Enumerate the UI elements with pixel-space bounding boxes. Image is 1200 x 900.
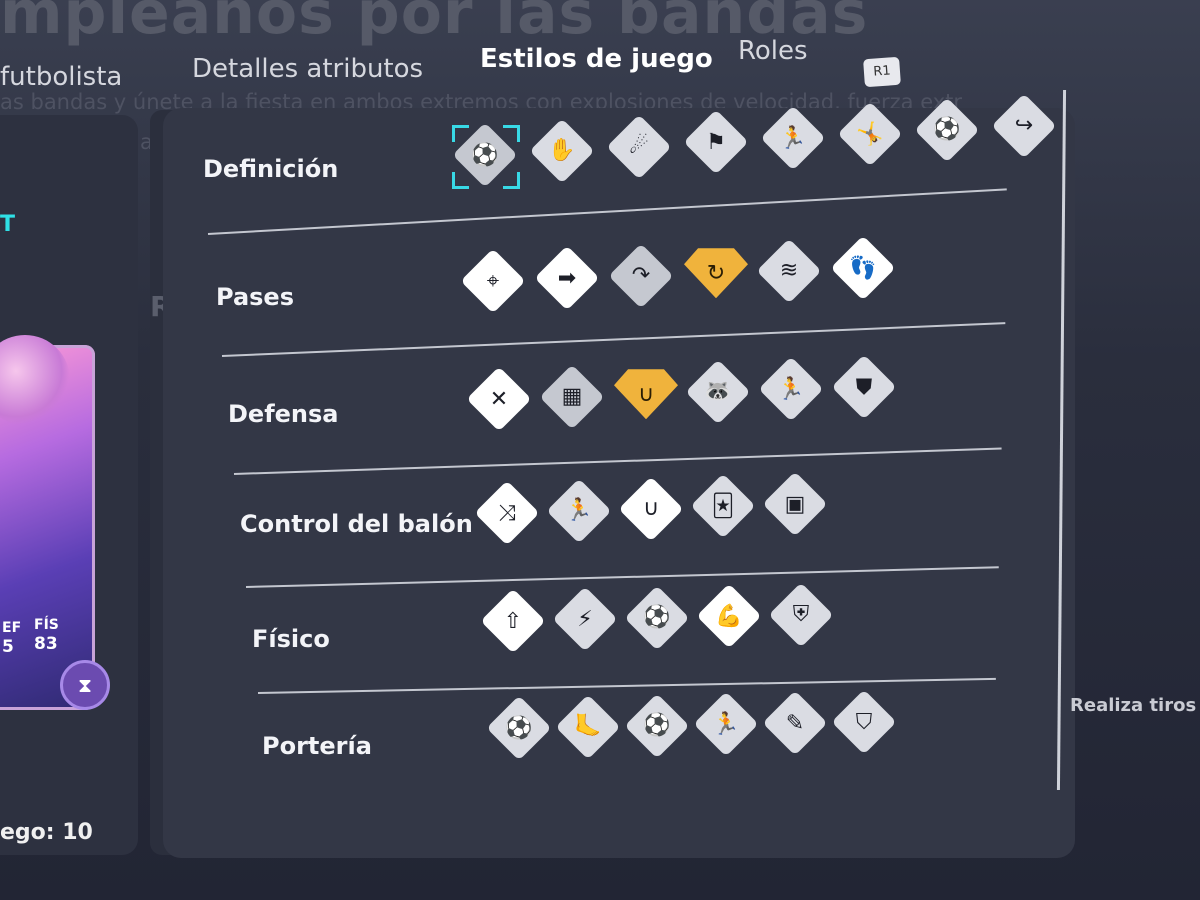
playstyle-glyph: 🏃 (777, 376, 805, 402)
playstyle-glyph: ⛨ (792, 602, 810, 628)
tab-bar: futbolista Detalles atributos Estilos de… (0, 36, 1200, 100)
tab-estilos-de-juego[interactable]: Estilos de juego (480, 44, 713, 74)
playstyle-glyph: ⇧ (503, 608, 523, 634)
category-label: Definición (203, 155, 339, 183)
playstyle-glyph: ⚑ (706, 129, 726, 155)
playstyle-glyph: 🦶 (574, 714, 602, 740)
category-label: Defensa (228, 400, 339, 428)
first-touch-icon[interactable]: ∪ (618, 476, 684, 542)
trivela-icon[interactable]: ↪ (991, 93, 1057, 159)
rapid-icon[interactable]: 🏃 (546, 478, 612, 544)
acrobatic-icon[interactable]: 🤸 (837, 101, 903, 167)
trickster-icon[interactable]: 🃏 (690, 473, 756, 539)
quick-step-icon[interactable]: ⇧ (480, 588, 546, 654)
playstyle-glyph: ➡ (557, 265, 577, 291)
playstyle-glyph: ⛊ (855, 374, 873, 400)
playstyle-glyph: ☄ (629, 134, 649, 160)
playstyle-glyph: ⚡ (577, 606, 593, 632)
power-shot-icon[interactable]: ☄ (606, 114, 672, 180)
long-ball-pass-icon[interactable]: ↷ (608, 243, 674, 309)
pinged-pass-icon[interactable]: ➡ (534, 245, 600, 311)
card-stat-label: EF (2, 620, 22, 636)
tab-detalles-atributos[interactable]: Detalles atributos (192, 54, 423, 84)
far-reach-icon[interactable]: ✎ (762, 690, 828, 756)
playstyle-glyph: ∪ (642, 496, 660, 522)
category-label: Control del balón (240, 510, 473, 538)
playstyle-glyph: ↪ (1014, 113, 1034, 139)
category-label: Físico (252, 625, 330, 653)
playstyle-glyph: ⚽ (643, 605, 671, 631)
playstyle-glyph: 🏃 (712, 711, 740, 737)
playstyle-glyph: ↷ (631, 263, 651, 289)
player-card[interactable]: EF 5 FÍS 83 (0, 335, 95, 710)
card-stat-label: FÍS (34, 617, 59, 633)
dead-ball-icon[interactable]: ⚑ (683, 109, 749, 175)
side-tag: T (0, 212, 16, 237)
aerial-icon[interactable]: ⚽ (624, 585, 690, 651)
incisive-pass-icon[interactable]: ⌖ (460, 248, 526, 314)
category-label: Pases (216, 283, 294, 311)
playstyle-glyph: ⚽ (471, 142, 499, 168)
playstyle-glyph: ✕ (489, 386, 509, 412)
r1-button-badge: R1 (863, 56, 901, 88)
playstyle-glyph: ⚽ (933, 117, 961, 143)
deflector-icon[interactable]: ⛉ (831, 689, 897, 755)
playstyle-glyph: ▣ (784, 491, 806, 517)
playstyle-glyph: ✎ (785, 710, 805, 736)
playstyle-description: Realiza tiros (1070, 695, 1197, 716)
finesse-shot-icon[interactable]: ⚽ (452, 122, 518, 188)
cross-claimer-icon[interactable]: ⚽ (624, 693, 690, 759)
playstyle-glyph: ▦ (561, 384, 583, 410)
whipped-pass-icon[interactable]: ≋ (756, 238, 822, 304)
playstyle-glyph: ⌖ (486, 268, 500, 294)
playstyle-glyph: ⤨ (498, 500, 516, 526)
inventive-icon[interactable]: 👣 (830, 235, 896, 301)
playstyle-glyph: 🦝 (704, 379, 732, 405)
block-icon[interactable]: ✕ (466, 366, 532, 432)
long-throw-icon[interactable]: 💪 (696, 583, 762, 649)
juego-count: ego: 10 (0, 820, 93, 845)
low-driven-shot-icon[interactable]: ⚽ (914, 97, 980, 163)
playstyle-glyph: 🏃 (779, 125, 807, 151)
press-proven-icon[interactable]: ▣ (762, 471, 828, 537)
playstyle-glyph: ⛉ (855, 709, 873, 735)
intercept-icon[interactable]: ∪ (614, 369, 678, 420)
tab-roles[interactable]: Roles (738, 36, 808, 66)
playstyle-glyph: 🃏 (711, 493, 735, 519)
footwork-icon[interactable]: 🦶 (555, 694, 621, 760)
rush-out-icon[interactable]: 🏃 (693, 691, 759, 757)
playstyle-glyph: 🏃 (565, 498, 593, 524)
playstyle-glyph: 💪 (715, 603, 743, 629)
playstyle-glyph: ∪ (637, 381, 655, 407)
playstyle-glyph: 👣 (849, 255, 877, 281)
playstyle-glyph: 🤸 (856, 121, 884, 147)
playstyle-glyph: ↻ (706, 260, 726, 286)
enforcer-icon[interactable]: ⛨ (768, 582, 834, 648)
technical-icon[interactable]: ⤨ (474, 480, 540, 546)
chip-shot-icon[interactable]: ✋ (529, 118, 595, 184)
playstyle-glyph: ✋ (548, 138, 576, 164)
tiki-taka-icon[interactable]: ↻ (684, 248, 748, 299)
bruiser-icon[interactable]: ▦ (539, 364, 605, 430)
relentless-icon[interactable]: ⚡ (552, 586, 618, 652)
dna-icon[interactable]: ⧗ (60, 660, 110, 710)
far-throw-icon[interactable]: ⚽ (486, 695, 552, 761)
playstyle-glyph: ⚽ (643, 713, 671, 739)
jockey-icon[interactable]: ⛊ (831, 354, 897, 420)
card-flowers (0, 335, 70, 425)
anticipate-icon[interactable]: 🦝 (685, 359, 751, 425)
slide-tackle-icon[interactable]: 🏃 (758, 356, 824, 422)
category-label: Portería (262, 732, 372, 760)
playstyle-glyph: ≋ (779, 258, 799, 284)
tab-futbolista[interactable]: futbolista (0, 62, 122, 92)
card-stat-value: 5 (2, 637, 14, 657)
card-stat-value: 83 (34, 634, 58, 654)
power-header-icon[interactable]: 🏃 (760, 105, 826, 171)
playstyle-glyph: ⚽ (505, 715, 533, 741)
